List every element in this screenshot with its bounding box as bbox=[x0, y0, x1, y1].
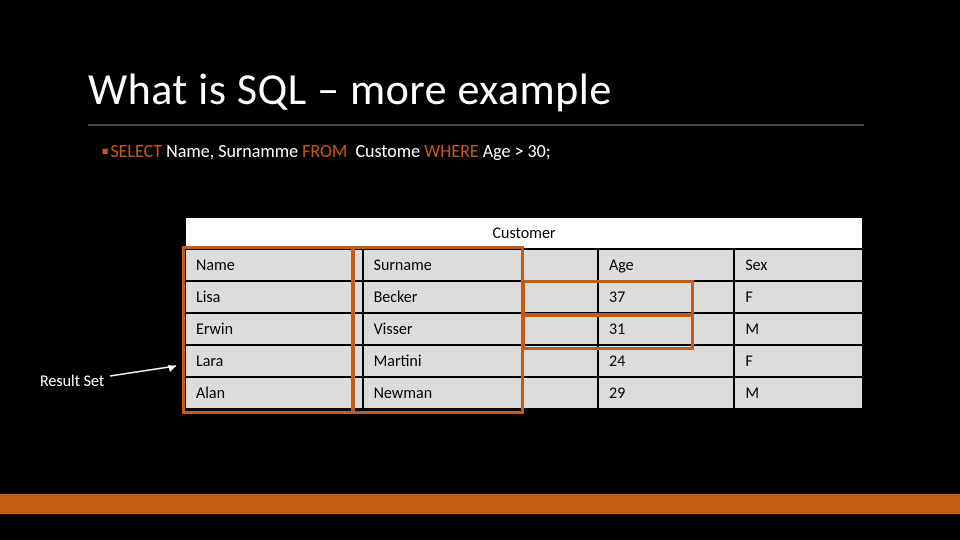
cell: M bbox=[734, 377, 863, 409]
sql-keyword: SELECT bbox=[110, 140, 162, 162]
cell: Erwin bbox=[185, 313, 363, 345]
cell: Newman bbox=[363, 377, 598, 409]
bullet-icon: ▪ bbox=[102, 140, 108, 162]
customer-table-wrap: Customer Name Surname Age Sex Lisa Becke… bbox=[184, 216, 864, 410]
cell: Lisa bbox=[185, 281, 363, 313]
cell: Alan bbox=[185, 377, 363, 409]
result-set-label: Result Set bbox=[40, 372, 104, 391]
cell: 31 bbox=[598, 313, 734, 345]
col-age: Age bbox=[598, 249, 734, 281]
cell: 37 bbox=[598, 281, 734, 313]
footer-accent-bar bbox=[0, 494, 960, 514]
cell: Visser bbox=[363, 313, 598, 345]
customer-table: Customer Name Surname Age Sex Lisa Becke… bbox=[184, 216, 864, 410]
table-caption-row: Customer bbox=[185, 217, 863, 249]
col-surname: Surname bbox=[363, 249, 598, 281]
page-title: What is SQL – more example bbox=[88, 62, 612, 116]
cell: Becker bbox=[363, 281, 598, 313]
cell: 29 bbox=[598, 377, 734, 409]
cell: Martini bbox=[363, 345, 598, 377]
cell: F bbox=[734, 345, 863, 377]
sql-keyword: WHERE bbox=[424, 140, 479, 162]
table-header-row: Name Surname Age Sex bbox=[185, 249, 863, 281]
cell: Lara bbox=[185, 345, 363, 377]
col-sex: Sex bbox=[734, 249, 863, 281]
cell: F bbox=[734, 281, 863, 313]
arrow-icon bbox=[106, 364, 180, 378]
cell: 24 bbox=[598, 345, 734, 377]
col-name: Name bbox=[185, 249, 363, 281]
sql-text: Name, Surnamme bbox=[162, 140, 302, 162]
slide: What is SQL – more example ▪SELECT Name,… bbox=[0, 0, 960, 540]
table-caption: Customer bbox=[185, 217, 863, 249]
sql-keyword: FROM bbox=[302, 140, 347, 162]
title-divider bbox=[88, 124, 864, 126]
sql-statement: ▪SELECT Name, Surnamme FROM Custome WHER… bbox=[102, 140, 551, 162]
table-row: Lisa Becker 37 F bbox=[185, 281, 863, 313]
cell: M bbox=[734, 313, 863, 345]
table-row: Lara Martini 24 F bbox=[185, 345, 863, 377]
table-row: Erwin Visser 31 M bbox=[185, 313, 863, 345]
sql-text: Custome bbox=[347, 140, 424, 162]
sql-text: Age > 30; bbox=[479, 140, 551, 162]
table-row: Alan Newman 29 M bbox=[185, 377, 863, 409]
